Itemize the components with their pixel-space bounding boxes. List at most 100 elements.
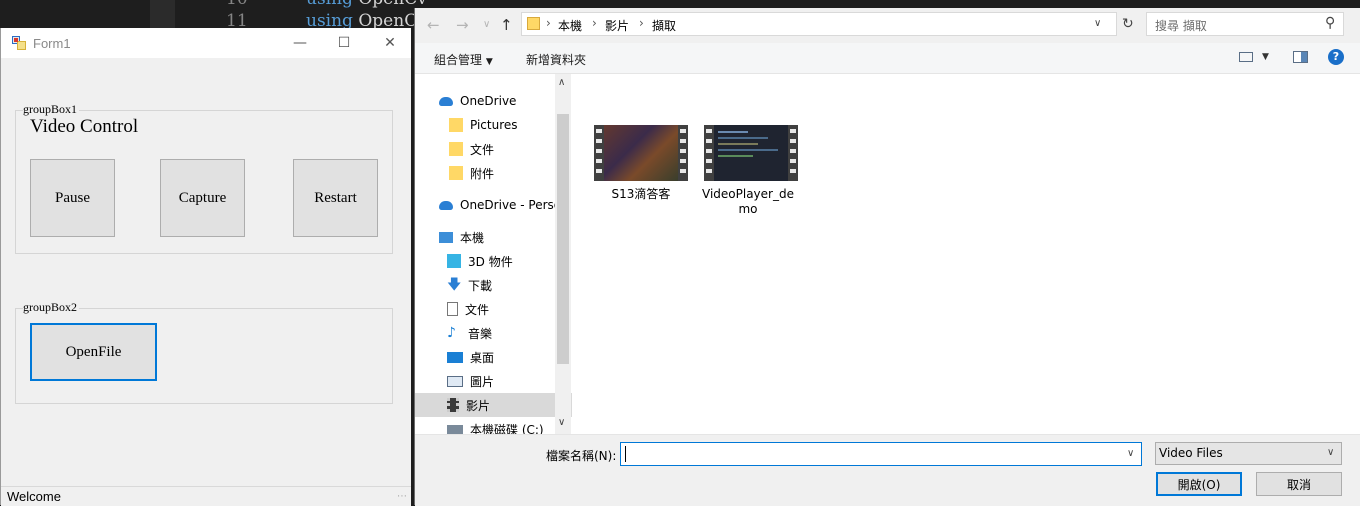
- file-item[interactable]: VideoPlayer_demo: [702, 117, 816, 216]
- breadcrumb-item[interactable]: 擷取: [652, 17, 676, 34]
- line-number: 10: [226, 0, 248, 9]
- view-dropdown-icon[interactable]: ▼: [1262, 52, 1269, 62]
- groupbox-2-label: groupBox2: [23, 300, 79, 315]
- download-arrow-icon: 🡇: [447, 277, 462, 293]
- open-button[interactable]: 開啟(O): [1156, 472, 1242, 496]
- nav-label: 圖片: [470, 374, 495, 389]
- address-toolbar: ← → ∨ ↑ › 本機 › 影片 › 擷取 ∨ ↻ 搜尋 擷取 ⚲: [415, 8, 1360, 43]
- drive-icon: [447, 424, 463, 434]
- filetype-dropdown-icon: ∨: [1327, 447, 1335, 458]
- thumbnail-code-line: [718, 137, 768, 139]
- breadcrumb-separator-icon: ›: [639, 16, 644, 30]
- breadcrumb-item[interactable]: 本機: [558, 17, 582, 34]
- organize-label: 組合管理: [434, 53, 483, 67]
- thumbnail-code-line: [718, 131, 748, 133]
- command-bar: 組合管理 ▼ 新增資料夾 ▼ ?: [415, 43, 1360, 74]
- filetype-select[interactable]: Video Files ∨: [1155, 442, 1342, 465]
- dialog-footer: 檔案名稱(N): ∨ Video Files ∨ 開啟(O) 取消: [415, 434, 1360, 506]
- folder-icon: [449, 166, 463, 180]
- thumbnail-code-line: [718, 143, 758, 145]
- cube-icon: [447, 254, 461, 268]
- code-line: using OpenCv: [306, 0, 427, 9]
- nav-label: 附件: [470, 166, 495, 181]
- video-thumbnail: [594, 125, 688, 181]
- folder-icon: [449, 142, 463, 156]
- breadcrumb-separator-icon: ›: [592, 16, 597, 30]
- groupbox-1-label: groupBox1: [23, 102, 79, 117]
- maximize-icon: ☐: [337, 35, 351, 51]
- folder-icon: [527, 17, 540, 30]
- breadcrumb-item[interactable]: 影片: [605, 17, 629, 34]
- capture-button[interactable]: Capture: [160, 159, 245, 237]
- new-folder-button[interactable]: 新增資料夾: [526, 51, 586, 68]
- filename-dropdown-icon[interactable]: ∨: [1127, 448, 1134, 459]
- thumbnail-code-line: [718, 155, 753, 157]
- filename-input[interactable]: ∨: [620, 442, 1142, 466]
- filename-label: 檔案名稱(N):: [546, 449, 617, 463]
- film-icon: [447, 398, 459, 412]
- search-icon: ⚲: [1325, 15, 1336, 31]
- search-placeholder: 搜尋 擷取: [1155, 19, 1207, 33]
- nav-label: 下載: [468, 278, 493, 293]
- folder-icon: [449, 118, 463, 132]
- nav-label: 文件: [470, 142, 495, 157]
- cancel-button[interactable]: 取消: [1256, 472, 1342, 496]
- file-name: VideoPlayer_demo: [702, 187, 794, 216]
- view-options-icon[interactable]: [1239, 52, 1253, 62]
- file-name: S13滴答客: [611, 187, 671, 201]
- forward-arrow-icon[interactable]: →: [456, 16, 469, 34]
- open-file-dialog: ← → ∨ ↑ › 本機 › 影片 › 擷取 ∨ ↻ 搜尋 擷取 ⚲ 組合管理 …: [414, 8, 1360, 506]
- film-strip-edge: [678, 125, 688, 181]
- nav-label: OneDrive - Perso: [460, 198, 562, 212]
- help-icon[interactable]: ?: [1328, 49, 1344, 65]
- desktop-icon: [447, 351, 463, 363]
- back-arrow-icon[interactable]: ←: [427, 16, 440, 34]
- film-strip-edge: [788, 125, 798, 181]
- nav-label: Pictures: [470, 118, 518, 132]
- caret-down-icon: ▼: [485, 57, 493, 67]
- recent-dropdown-icon[interactable]: ∨: [483, 19, 490, 30]
- nav-label: 文件: [465, 302, 490, 317]
- minimize-icon: —: [293, 35, 307, 51]
- address-bar[interactable]: › 本機 › 影片 › 擷取 ∨: [521, 12, 1117, 36]
- film-strip-edge: [704, 125, 714, 181]
- close-button[interactable]: ✕: [367, 28, 413, 58]
- scroll-up-icon[interactable]: ∧: [558, 77, 565, 88]
- document-icon: [447, 302, 458, 316]
- film-strip-edge: [594, 125, 604, 181]
- cloud-icon: [439, 200, 453, 210]
- form1-title: Form1: [33, 36, 71, 51]
- code-keyword: using: [306, 0, 353, 9]
- filetype-value: Video Files: [1159, 446, 1223, 460]
- preview-pane-icon[interactable]: [1293, 51, 1308, 63]
- up-arrow-icon[interactable]: ↑: [500, 16, 513, 34]
- minimize-button[interactable]: —: [277, 28, 323, 58]
- text-cursor: [625, 446, 626, 462]
- navigation-scrollbar[interactable]: ∧ ∨: [555, 74, 571, 434]
- thumbnail-code-line: [718, 149, 778, 151]
- maximize-button[interactable]: ☐: [321, 28, 367, 58]
- scroll-thumb[interactable]: [557, 114, 569, 364]
- app-icon: [12, 36, 26, 53]
- video-control-heading: Video Control: [30, 116, 139, 137]
- form1-titlebar[interactable]: Form1 — ☐ ✕: [1, 28, 411, 58]
- scroll-down-icon[interactable]: ∨: [558, 417, 565, 428]
- picture-icon: [447, 375, 463, 387]
- video-thumbnail: [704, 125, 798, 181]
- resize-grip-icon[interactable]: ⋯: [397, 491, 407, 502]
- search-input[interactable]: 搜尋 擷取 ⚲: [1146, 12, 1344, 36]
- status-bar: Welcome ⋯: [1, 486, 411, 506]
- file-item[interactable]: S13滴答客: [592, 117, 706, 213]
- editor-gutter: [150, 0, 175, 30]
- restart-button[interactable]: Restart: [293, 159, 378, 237]
- status-text: Welcome: [7, 489, 61, 504]
- address-dropdown-icon[interactable]: ∨: [1094, 18, 1101, 29]
- openfile-button[interactable]: OpenFile: [30, 323, 157, 381]
- organize-menu[interactable]: 組合管理 ▼: [434, 51, 493, 68]
- refresh-icon[interactable]: ↻: [1122, 16, 1134, 32]
- navigation-pane: OneDrive Pictures 文件 附件 OneDrive - Perso…: [415, 74, 587, 437]
- nav-label: 本機: [460, 230, 485, 245]
- nav-label: 影片: [466, 398, 491, 413]
- pause-button[interactable]: Pause: [30, 159, 115, 237]
- nav-label: OneDrive: [460, 94, 517, 108]
